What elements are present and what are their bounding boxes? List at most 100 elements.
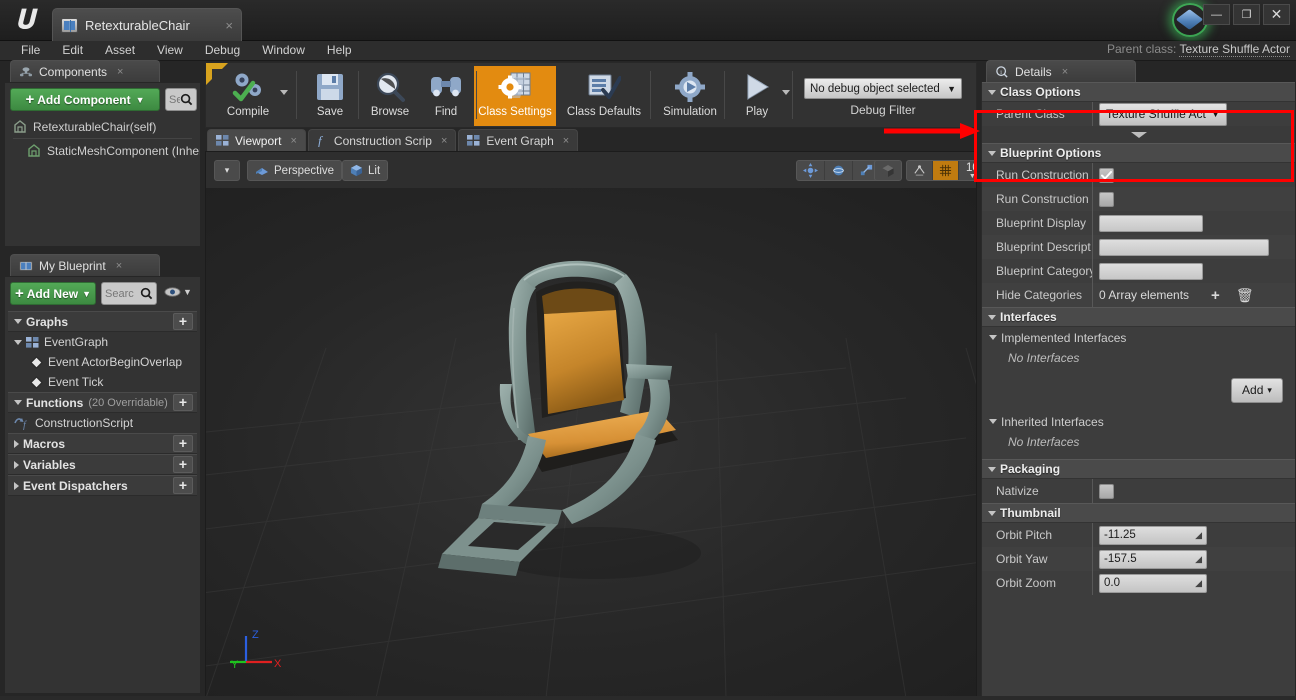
parent-class-dropdown[interactable]: Texture Shuffle Act▼ — [1099, 103, 1227, 126]
bp-section-event-dispatchers[interactable]: Event Dispatchers+ — [8, 475, 197, 496]
expander-triangle-icon[interactable] — [989, 419, 997, 424]
bp-section-add-button[interactable]: + — [173, 456, 193, 473]
bp-tree-item[interactable]: EventGraph — [8, 332, 197, 352]
tab-components[interactable]: Components × — [10, 60, 160, 82]
expander-triangle-icon[interactable] — [988, 511, 996, 516]
expander-triangle-icon[interactable] — [14, 482, 19, 490]
property-checkbox[interactable] — [1099, 192, 1114, 207]
toolbar-button-compile[interactable]: Compile — [212, 66, 284, 126]
menu-item-debug[interactable]: Debug — [194, 41, 251, 60]
my-blueprint-search-input[interactable]: Searc — [101, 282, 157, 305]
minimize-button[interactable]: — — [1203, 4, 1230, 25]
toolbar-button-save[interactable]: Save — [302, 66, 358, 126]
camera-mode-button[interactable]: Perspective — [247, 160, 342, 181]
toolbar-button-find[interactable]: Find — [418, 66, 474, 126]
expander-triangle-icon[interactable] — [14, 461, 19, 469]
details-category-thumbnail[interactable]: Thumbnail — [982, 503, 1295, 523]
expander-triangle-icon[interactable] — [14, 319, 22, 324]
viewport-tab-viewport[interactable]: Viewport× — [207, 129, 306, 151]
surface-snap-icon[interactable] — [907, 161, 933, 180]
bp-section-functions[interactable]: Functions(20 Overridable)+ — [8, 392, 197, 413]
tab-components-close-icon[interactable]: × — [117, 66, 123, 78]
spinner-icon[interactable]: ◢ — [1195, 530, 1202, 541]
toolbar-button-browse[interactable]: Browse — [362, 66, 418, 126]
my-blueprint-visibility-button[interactable]: ▼ — [164, 286, 192, 298]
asset-tab-retexturablechair[interactable]: RetexturableChair × — [52, 8, 242, 41]
details-category-class-options[interactable]: Class Options — [982, 82, 1295, 102]
toolbar-button-simulation[interactable]: Simulation — [654, 66, 726, 126]
property-number-input[interactable]: 0.0◢ — [1099, 574, 1207, 593]
tab-details[interactable]: i Details × — [986, 60, 1136, 82]
world-coords-cube-icon[interactable] — [875, 161, 901, 180]
parent-class-note-value[interactable]: Texture Shuffle Actor — [1179, 42, 1290, 57]
property-checkbox[interactable] — [1099, 484, 1114, 499]
trash-icon[interactable]: 🗑 — [1236, 287, 1254, 304]
viewport-options-menu-button[interactable]: ▾ — [214, 160, 240, 181]
menu-item-file[interactable]: File — [10, 41, 51, 60]
maximize-button[interactable]: ❐ — [1233, 4, 1260, 25]
expander-triangle-icon[interactable] — [988, 151, 996, 156]
chevron-down-icon[interactable] — [280, 90, 288, 95]
property-text-input[interactable] — [1099, 263, 1203, 280]
add-new-button[interactable]: + Add New ▼ — [10, 282, 96, 305]
add-component-button[interactable]: + Add Component ▼ — [10, 88, 160, 111]
debug-object-dropdown[interactable]: No debug object selected ▼ — [804, 78, 962, 99]
expander-triangle-icon[interactable] — [989, 335, 997, 340]
toolbar-button-class-settings[interactable]: Class Settings — [474, 66, 556, 126]
viewport-tab-close-icon[interactable]: × — [441, 135, 447, 147]
grid-snap-icon[interactable] — [933, 161, 959, 180]
bp-section-add-button[interactable]: + — [173, 435, 193, 452]
component-row[interactable]: StaticMeshComponent (Inherited) — [5, 139, 200, 162]
menu-item-view[interactable]: View — [146, 41, 194, 60]
category-expander-button[interactable] — [982, 126, 1295, 143]
bp-section-add-button[interactable]: + — [173, 477, 193, 494]
viewport-3d-scene[interactable]: Z X Y — [206, 188, 977, 697]
tab-details-close-icon[interactable]: × — [1062, 66, 1068, 78]
expander-triangle-icon[interactable] — [988, 90, 996, 95]
components-search-input[interactable]: Search — [165, 88, 197, 111]
property-number-input[interactable]: -11.25◢ — [1099, 526, 1207, 545]
spinner-icon[interactable]: ◢ — [1195, 554, 1202, 565]
viewport-tab-event-graph[interactable]: Event Graph× — [458, 129, 578, 151]
add-interface-button[interactable]: Add▾ — [1231, 378, 1283, 403]
rotate-tool-icon[interactable] — [825, 161, 853, 180]
bp-section-add-button[interactable]: + — [173, 313, 193, 330]
spinner-icon[interactable]: ◢ — [1195, 578, 1202, 589]
viewport-tab-close-icon[interactable]: × — [290, 135, 296, 147]
tab-my-blueprint[interactable]: My Blueprint × — [10, 254, 160, 276]
expander-triangle-icon[interactable] — [14, 400, 22, 405]
grid-snap-value[interactable]: 10 ▼ — [959, 161, 977, 180]
bp-section-variables[interactable]: Variables+ — [8, 454, 197, 475]
expander-triangle-icon[interactable] — [14, 340, 22, 345]
bp-section-macros[interactable]: Macros+ — [8, 433, 197, 454]
chevron-down-icon[interactable] — [782, 90, 790, 95]
viewport-tab-construction-scrip[interactable]: fConstruction Scrip× — [308, 129, 456, 151]
details-subgroup-inherited-interfaces[interactable]: Inherited Interfaces — [982, 411, 1295, 432]
menu-item-help[interactable]: Help — [316, 41, 363, 60]
close-button[interactable]: ✕ — [1263, 4, 1290, 25]
property-checkbox[interactable] — [1099, 168, 1114, 183]
bp-section-graphs[interactable]: Graphs+ — [8, 311, 197, 332]
expander-triangle-icon[interactable] — [988, 467, 996, 472]
toolbar-button-class-defaults[interactable]: Class Defaults — [558, 66, 650, 126]
details-category-blueprint-options[interactable]: Blueprint Options — [982, 143, 1295, 163]
menu-item-edit[interactable]: Edit — [51, 41, 94, 60]
menu-item-window[interactable]: Window — [251, 41, 316, 60]
property-text-input[interactable] — [1099, 239, 1269, 256]
details-category-interfaces[interactable]: Interfaces — [982, 307, 1295, 327]
bp-tree-item[interactable]: Event Tick — [8, 372, 197, 392]
menu-item-asset[interactable]: Asset — [94, 41, 146, 60]
toolbar-button-play[interactable]: Play — [728, 66, 786, 126]
expander-triangle-icon[interactable] — [988, 315, 996, 320]
asset-tab-close-icon[interactable]: × — [225, 18, 233, 33]
viewport-tab-close-icon[interactable]: × — [563, 135, 569, 147]
expander-triangle-icon[interactable] — [14, 440, 19, 448]
property-text-input[interactable] — [1099, 215, 1203, 232]
property-number-input[interactable]: -157.5◢ — [1099, 550, 1207, 569]
bp-section-add-button[interactable]: + — [173, 394, 193, 411]
bp-tree-item[interactable]: Event ActorBeginOverlap — [8, 352, 197, 372]
tab-my-blueprint-close-icon[interactable]: × — [116, 260, 122, 272]
details-subgroup-implemented-interfaces[interactable]: Implemented Interfaces — [982, 327, 1295, 348]
component-row[interactable]: RetexturableChair(self) — [5, 115, 200, 138]
bp-tree-item[interactable]: fConstructionScript — [8, 413, 197, 433]
